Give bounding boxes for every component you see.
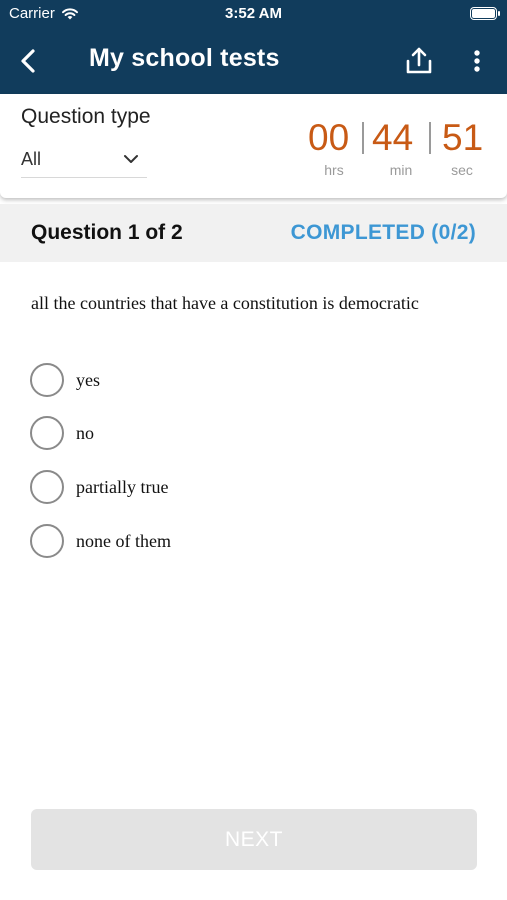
radio-button[interactable] [30,470,64,504]
timer-hours: 00 [308,117,350,158]
back-icon[interactable] [14,45,44,77]
next-button[interactable]: NEXT [31,809,477,870]
status-time: 3:52 AM [225,5,282,22]
page-title: My school tests [89,44,280,72]
answer-option[interactable]: no [30,416,94,450]
status-bar: Carrier 3:52 AM [0,0,507,28]
completed-status: COMPLETED (0/2) [290,221,476,244]
question-type-label: Question type [21,105,151,128]
nav-bar: My school tests [0,28,507,94]
filter-card: Question type All 00 44 51 hrs min sec [0,94,507,198]
answer-option-label: yes [76,369,100,390]
question-type-value: All [21,149,42,169]
next-button-label: NEXT [224,827,283,851]
answer-option[interactable]: none of them [30,524,171,558]
timer-separator [362,122,364,154]
countdown-timer: 00 44 51 hrs min sec [303,114,493,184]
radio-button[interactable] [30,363,64,397]
share-icon[interactable] [403,45,435,77]
question-header: Question 1 of 2 COMPLETED (0/2) [0,204,507,262]
timer-hours-unit: hrs [324,162,344,178]
more-vertical-icon[interactable] [466,45,488,77]
timer-separator [429,122,431,154]
battery-icon [470,7,500,20]
answer-option-label: none of them [76,530,171,551]
timer-minutes-unit: min [389,162,413,178]
answer-option-label: no [76,422,94,443]
question-text: all the countries that have a constituti… [31,293,419,313]
answer-option-label: partially true [76,476,169,497]
question-type-select[interactable]: All [21,146,147,178]
answer-option[interactable]: yes [30,363,100,397]
timer-minutes: 44 [372,117,414,158]
timer-seconds-unit: sec [451,162,473,178]
timer-seconds: 51 [442,117,484,158]
radio-button[interactable] [30,416,64,450]
radio-button[interactable] [30,524,64,558]
answer-option[interactable]: partially true [30,470,168,504]
chevron-down-icon [124,155,138,163]
question-counter: Question 1 of 2 [31,221,183,244]
